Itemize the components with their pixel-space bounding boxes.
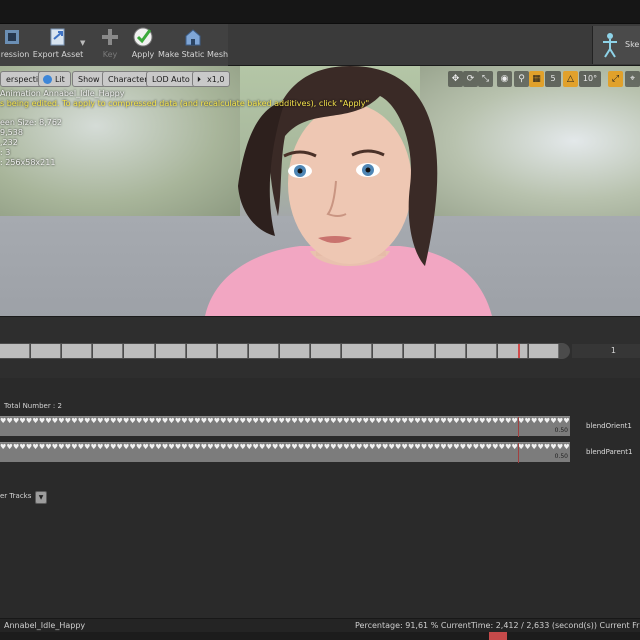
skeleton-icon (599, 32, 621, 62)
lod-button[interactable]: LOD Auto (146, 71, 196, 87)
scrub-segment (311, 344, 342, 358)
scrub-segment (404, 344, 435, 358)
export-asset-label: Export Asset (32, 50, 84, 59)
curve-track-blendparent[interactable]: ♥♥♥♥♥♥♥♥♥♥♥♥♥♥♥♥♥♥♥♥♥♥♥♥♥♥♥♥♥♥♥♥♥♥♥♥♥♥♥♥… (0, 442, 570, 463)
playback-speed-label: x1,0 (207, 75, 225, 84)
world-space-icon[interactable]: ◉ (497, 71, 512, 87)
scrub-segment (342, 344, 373, 358)
scrub-segment (93, 344, 124, 358)
make-static-mesh-button[interactable]: Make Static Mesh (157, 26, 229, 64)
curve-tracks-panel: Total Number : 2 ♥♥♥♥♥♥♥♥♥♥♥♥♥♥♥♥♥♥♥♥♥♥♥… (0, 378, 640, 618)
compression-icon (4, 26, 26, 48)
translate-icon[interactable]: ✥ (448, 71, 463, 87)
scrub-segment (248, 344, 279, 358)
scrub-segment (62, 344, 93, 358)
tab-strip (0, 0, 640, 24)
apply-label: Apply (131, 50, 155, 59)
track-name-blendparent: blendParent1 (586, 448, 633, 456)
status-playback-info: Percentage: 91,61 % CurrentTime: 2,412 /… (355, 621, 640, 630)
static-mesh-icon (182, 26, 204, 48)
info-screen-size: een Size: 8,762 (0, 118, 63, 127)
info-line: : 256x58x211 (0, 158, 56, 167)
track-playhead-line (518, 443, 519, 463)
other-tracks-dropdown[interactable]: ▼ (35, 491, 47, 504)
scrub-panel: 1 (0, 316, 640, 378)
track-playhead-line (518, 417, 519, 437)
angle-snap-icon[interactable]: △ (563, 71, 578, 87)
camera-speed-icon[interactable]: ⌖ (625, 71, 640, 87)
track-value: 0.50 (554, 427, 568, 434)
scrub-segment (186, 344, 217, 358)
show-button[interactable]: Show (72, 71, 106, 87)
grid-snap-icon[interactable]: ▦ (529, 71, 544, 87)
scrub-segment (0, 344, 31, 358)
track-value: 0.50 (554, 453, 568, 460)
curve-keys[interactable]: ♥♥♥♥♥♥♥♥♥♥♥♥♥♥♥♥♥♥♥♥♥♥♥♥♥♥♥♥♥♥♥♥♥♥♥♥♥♥♥♥… (0, 443, 570, 451)
compression-button[interactable]: ression (0, 26, 30, 64)
apply-button[interactable]: Apply (128, 26, 158, 64)
apply-check-icon (132, 26, 154, 48)
speed-icon: ⏵ (197, 75, 201, 84)
scrub-segment (528, 344, 559, 358)
grid-snap-value[interactable]: 5 (545, 71, 561, 87)
rotate-icon[interactable]: ⟳ (463, 71, 478, 87)
scrub-segment (124, 344, 155, 358)
export-dropdown-arrow-icon[interactable]: ▼ (80, 39, 85, 47)
status-bar: Annabel_Idle_Happy Percentage: 91,61 % C… (0, 618, 640, 632)
playback-speed-button[interactable]: ⏵ x1,0 (192, 71, 231, 87)
lit-button[interactable]: Lit (38, 71, 71, 87)
info-line: 9,538 (0, 128, 23, 137)
export-asset-icon (47, 26, 69, 48)
scale-snap-icon[interactable]: ⤢ (608, 71, 623, 87)
scrub-segment (217, 344, 248, 358)
status-asset-name: Annabel_Idle_Happy (4, 621, 86, 630)
scrub-segment (373, 344, 404, 358)
other-tracks-label: er Tracks (0, 492, 32, 500)
info-animation-name: Animation Annabel_Idle_Happy (0, 89, 125, 98)
curve-track-blendorient[interactable]: ♥♥♥♥♥♥♥♥♥♥♥♥♥♥♥♥♥♥♥♥♥♥♥♥♥♥♥♥♥♥♥♥♥♥♥♥♥♥♥♥… (0, 416, 570, 437)
timeline-ruler[interactable] (0, 632, 640, 640)
lit-sphere-icon (43, 75, 52, 84)
key-button[interactable]: Key (96, 26, 124, 64)
scrub-segment (155, 344, 186, 358)
scrub-segment (280, 344, 311, 358)
surface-snap-icon[interactable]: ⚲ (514, 71, 529, 87)
lit-label: Lit (55, 75, 65, 84)
export-asset-button[interactable]: Export Asset (32, 26, 84, 64)
frame-field[interactable]: 1 (572, 344, 640, 358)
scrub-segment (497, 344, 528, 358)
skeleton-label: Skele (625, 40, 640, 49)
make-static-mesh-label: Make Static Mesh (157, 50, 229, 59)
preview-viewport[interactable]: erspective Lit Show Character LOD Auto ⏵… (0, 66, 640, 316)
compression-label: ression (0, 50, 30, 59)
toolbar: ression Export Asset ▼ Key Apply Make St… (0, 24, 640, 66)
angle-snap-value[interactable]: 10° (579, 71, 601, 87)
scrub-segment (466, 344, 497, 358)
scrub-segment (435, 344, 466, 358)
total-number-label: Total Number : 2 (4, 402, 62, 410)
timeline-playhead[interactable] (489, 632, 507, 640)
info-line: : 3 (0, 148, 11, 157)
scale-icon[interactable]: ⤡ (478, 71, 493, 87)
add-key-icon (99, 26, 121, 48)
info-line: ,232 (0, 138, 18, 147)
skeleton-mode-button[interactable]: Skele (592, 26, 640, 64)
track-name-blendorient: blendOrient1 (586, 422, 632, 430)
scrub-segment (31, 344, 62, 358)
scrub-position-marker[interactable] (518, 344, 520, 358)
info-edit-warning: s being edited. To apply to compressed d… (0, 99, 370, 108)
curve-keys[interactable]: ♥♥♥♥♥♥♥♥♥♥♥♥♥♥♥♥♥♥♥♥♥♥♥♥♥♥♥♥♥♥♥♥♥♥♥♥♥♥♥♥… (0, 417, 570, 425)
animation-editor: ression Export Asset ▼ Key Apply Make St… (0, 0, 640, 640)
key-label: Key (102, 50, 118, 59)
